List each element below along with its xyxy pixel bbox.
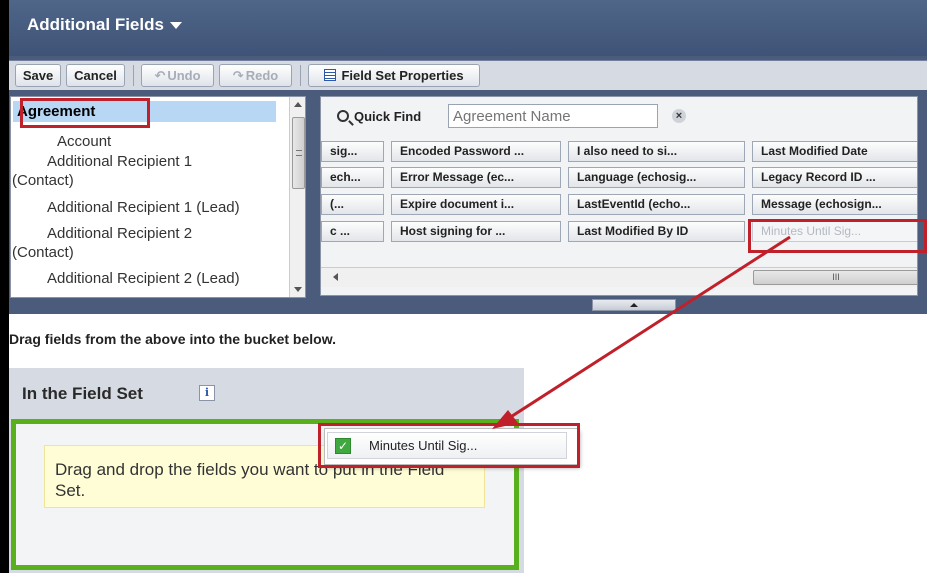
object-item-wrap: (Contact) [12,244,74,261]
bucket-header: In the Field Set i [9,368,524,417]
field-cell[interactable]: c ... [321,221,384,242]
redo-label: Redo [245,68,279,83]
clear-search-icon[interactable]: × [672,109,686,123]
undo-button[interactable]: ↶ Undo [141,64,214,87]
save-button[interactable]: Save [15,64,61,87]
grip-icon [296,150,302,156]
object-list-scrollbar[interactable] [289,97,305,297]
object-item-additional-recipient-2-contact[interactable]: Additional Recipient 2 [47,224,192,243]
undo-label: Undo [167,68,201,83]
panel-title-dropdown[interactable]: Additional Fields [27,15,182,35]
field-cell[interactable]: ech... [321,167,384,188]
field-cell[interactable]: Host signing for ... [391,221,561,242]
field-cell[interactable]: Language (echosig... [568,167,745,188]
undo-icon: ↶ [154,68,166,83]
drag-instruction: Drag fields from the above into the buck… [9,331,336,347]
properties-icon [324,69,337,81]
scroll-left-icon[interactable] [333,273,338,281]
field-cell[interactable]: Last Modified By ID [568,221,745,242]
object-item-additional-recipient-1-lead[interactable]: Additional Recipient 1 (Lead) [47,198,240,217]
window-left-border [0,0,9,573]
field-set-properties-button[interactable]: Field Set Properties [308,64,480,87]
redo-icon: ↷ [232,68,244,83]
field-cell[interactable]: (... [321,194,384,215]
field-cell[interactable]: Expire document i... [391,194,561,215]
highlight-drag-chip [318,423,580,468]
field-palette: Quick Find × sig... Encoded Password ...… [320,96,918,296]
redo-button[interactable]: ↷ Redo [219,64,292,87]
highlight-agreement [20,98,150,128]
object-item-wrap: (Contact) [12,172,74,189]
panel-resize-handle[interactable] [592,299,676,311]
field-grid-scrollbar[interactable]: III [321,267,917,287]
info-icon[interactable]: i [199,385,215,401]
field-cell[interactable]: Legacy Record ID ... [752,167,917,188]
highlight-dragged-field [748,219,927,253]
field-set-properties-label: Field Set Properties [341,68,464,83]
field-cell[interactable]: Message (echosign... [752,194,917,215]
toolbar-separator [133,65,134,86]
object-item-account[interactable]: Account [57,132,111,151]
panel-header: Additional Fields [9,0,927,56]
scroll-down-icon[interactable] [294,287,302,292]
quick-find-input[interactable] [448,104,658,128]
bucket-title: In the Field Set [22,384,143,403]
toolbar-separator [300,65,301,86]
field-cell[interactable]: I also need to si... [568,141,745,162]
object-item-additional-recipient-1-contact[interactable]: Additional Recipient 1 [47,152,192,171]
scroll-thumb-horizontal[interactable]: III [753,270,917,285]
search-icon [337,110,349,122]
object-item-additional-recipient-2-lead[interactable]: Additional Recipient 2 (Lead) [47,269,240,288]
field-cell[interactable]: Encoded Password ... [391,141,561,162]
cancel-button[interactable]: Cancel [66,64,125,87]
caret-down-icon [169,22,182,30]
field-cell[interactable]: Last Modified Date [752,141,917,162]
toolbar: Save Cancel ↶ Undo ↷ Redo Field Set Proper… [9,60,927,90]
field-cell[interactable]: Error Message (ec... [391,167,561,188]
quick-find-label: Quick Find [354,109,422,124]
quick-find: Quick Find [337,109,421,124]
field-cell[interactable]: sig... [321,141,384,162]
panel-title-text: Additional Fields [27,15,164,34]
scroll-thumb[interactable] [292,117,305,189]
field-cell[interactable]: LastEventId (echo... [568,194,745,215]
scroll-up-icon[interactable] [294,102,302,107]
